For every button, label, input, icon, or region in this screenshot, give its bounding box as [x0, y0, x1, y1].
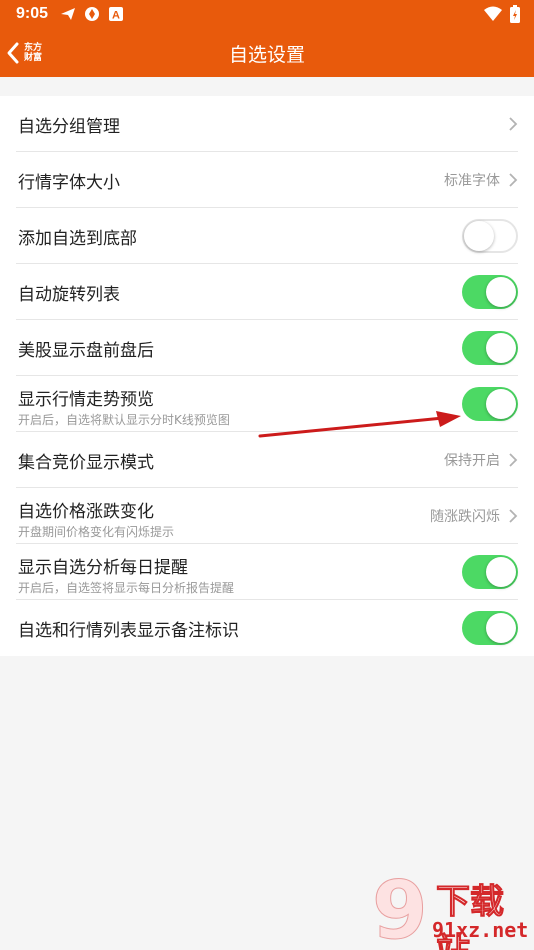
row-label: 行情字体大小	[18, 173, 120, 193]
page-title: 自选设置	[228, 44, 305, 66]
row-value: 标准字体	[444, 173, 500, 189]
row-label: 美股显示盘前盘后	[18, 341, 154, 361]
row-control	[462, 544, 518, 600]
chevron-right-icon	[509, 117, 518, 131]
toggle-knob	[486, 333, 516, 363]
a-notification-icon: A	[109, 7, 123, 22]
settings-row[interactable]: 自选价格涨跌变化开盘期间价格变化有闪烁提示 随涨跌闪烁	[16, 488, 518, 544]
watermark-url: 91xz.net	[432, 918, 529, 942]
app-header: 东方 财富 自选设置	[0, 30, 534, 77]
toggle-knob	[486, 557, 516, 587]
row-control	[462, 264, 518, 320]
settings-list: 自选分组管理 行情字体大小 标准字体添加自选到底部 自动旋转列表美股显示盘前盘后 显示行…	[0, 96, 534, 656]
row-control: 保持开启	[444, 432, 518, 488]
notification-icons: A	[60, 6, 124, 22]
svg-text:A: A	[112, 10, 120, 22]
row-control: 标准字体	[444, 152, 518, 208]
chevron-right-icon	[509, 509, 518, 523]
chevron-right-icon	[509, 453, 518, 467]
row-label: 集合竞价显示模式	[18, 453, 154, 473]
toggle-switch[interactable]	[462, 387, 518, 421]
row-label: 自选分组管理	[18, 117, 120, 137]
toggle-switch[interactable]	[462, 331, 518, 365]
row-description: 开启后，自选将默认显示分时K线预览图	[18, 413, 230, 427]
battery-icon	[510, 5, 520, 23]
row-value: 保持开启	[444, 453, 500, 469]
toggle-knob	[464, 221, 494, 251]
row-label: 添加自选到底部	[18, 229, 137, 249]
settings-row: 显示自选分析每日提醒开启后，自选签将显示每日分析报告提醒	[16, 544, 518, 600]
row-label: 自选和行情列表显示备注标识	[18, 621, 239, 641]
row-label: 显示自选分析每日提醒	[18, 558, 188, 578]
row-label: 自选价格涨跌变化	[18, 502, 154, 522]
settings-row: 添加自选到底部	[16, 208, 518, 264]
row-description: 开盘期间价格变化有闪烁提示	[18, 525, 175, 539]
toggle-switch[interactable]	[462, 611, 518, 645]
toggle-switch[interactable]	[462, 275, 518, 309]
row-description: 开启后，自选签将显示每日分析报告提醒	[18, 581, 235, 595]
settings-row[interactable]: 自选分组管理	[16, 96, 518, 152]
row-label: 自动旋转列表	[18, 285, 120, 305]
row-control	[462, 320, 518, 376]
wifi-icon	[484, 6, 502, 21]
system-icons	[484, 5, 520, 23]
app-notification-icon	[85, 7, 99, 21]
status-time: 9:05	[16, 5, 49, 22]
settings-row: 自选和行情列表显示备注标识	[16, 600, 518, 656]
row-control: 随涨跌闪烁	[430, 488, 518, 544]
settings-row: 自动旋转列表	[16, 264, 518, 320]
toggle-knob	[486, 613, 516, 643]
svg-text:9: 9	[372, 870, 428, 950]
row-value: 随涨跌闪烁	[430, 509, 500, 525]
toggle-knob	[486, 389, 516, 419]
status-bar: 9:05 A	[0, 0, 534, 30]
send-notification-icon	[61, 8, 75, 20]
settings-row[interactable]: 行情字体大小 标准字体	[16, 152, 518, 208]
row-control	[508, 96, 518, 152]
watermark-logo: 9	[372, 870, 429, 950]
toggle-knob	[486, 277, 516, 307]
chevron-right-icon	[509, 173, 518, 187]
row-control	[462, 376, 518, 432]
row-control	[462, 600, 518, 656]
annotation-arrow-icon	[258, 411, 461, 438]
watermark: 9 下载站 91xz.net	[364, 870, 534, 950]
toggle-switch[interactable]	[462, 555, 518, 589]
row-control	[462, 208, 518, 264]
row-label: 显示行情走势预览	[18, 390, 154, 410]
settings-row[interactable]: 集合竞价显示模式 保持开启	[16, 432, 518, 488]
toggle-switch[interactable]	[462, 219, 518, 253]
settings-row: 美股显示盘前盘后	[16, 320, 518, 376]
